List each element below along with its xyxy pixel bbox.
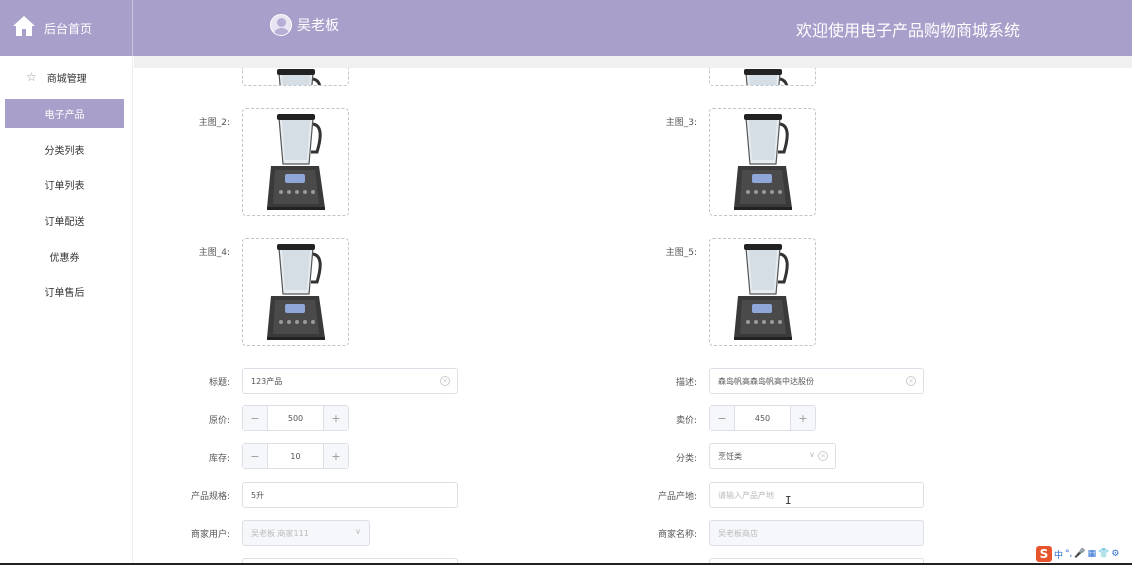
spec-value: 5升	[251, 490, 265, 500]
welcome-title: 欢迎使用电子产品购物商城系统	[796, 21, 1021, 40]
main-image-3-upload[interactable]	[709, 108, 816, 216]
category-label: 分类:	[675, 454, 697, 464]
origin-placeholder: 请输入产品产地	[718, 490, 774, 500]
description-value: 森岛帆高森岛帆高中达股份	[718, 376, 814, 386]
main-content: 主图_2: 主图_3: 主图_4: 主图_5: 标题: 123产品 × 描述: …	[134, 56, 1132, 565]
ime-tray: S 中 °, 🎤 ▦ 👕 ⚙	[1034, 545, 1122, 563]
sidebar-item-categories[interactable]: 分类列表	[5, 135, 124, 164]
blender-image	[732, 242, 793, 342]
sidebar-item-after-sales[interactable]: 订单售后	[5, 277, 124, 306]
title-value: 123产品	[251, 376, 283, 386]
blender-image	[732, 68, 793, 85]
user-name: 吴老板	[297, 18, 339, 34]
stock-label: 库存:	[208, 454, 230, 464]
chevron-down-icon: ∨	[355, 527, 361, 536]
sale-price-stepper[interactable]: − 450 +	[709, 405, 816, 431]
avatar-icon	[270, 14, 292, 36]
stock-value[interactable]: 10	[268, 444, 323, 468]
main-image-4-upload[interactable]	[242, 238, 349, 346]
user-menu[interactable]: 吴老板	[270, 14, 339, 36]
merchant-user-value: 吴老板 商家111	[251, 528, 309, 538]
blender-image	[732, 112, 793, 212]
microphone-icon[interactable]: 🎤	[1074, 549, 1085, 559]
sogou-icon[interactable]: S	[1036, 546, 1052, 562]
ime-punctuation-icon[interactable]: °,	[1065, 549, 1072, 559]
clear-icon[interactable]: ×	[906, 376, 916, 386]
title-label: 标题:	[208, 378, 230, 388]
increment-button[interactable]: +	[323, 406, 348, 430]
image4-label: 主图_4:	[198, 248, 230, 258]
original-price-value[interactable]: 500	[268, 406, 323, 430]
sale-price-value[interactable]: 450	[735, 406, 790, 430]
decrement-button[interactable]: −	[243, 406, 268, 430]
title-input[interactable]: 123产品 ×	[242, 368, 458, 394]
origin-input[interactable]: 请输入产品产地	[709, 482, 924, 508]
sidebar-item-orders[interactable]: 订单列表	[5, 170, 124, 199]
image3-label: 主图_3:	[665, 118, 697, 128]
blender-image	[265, 112, 326, 212]
clear-icon[interactable]: ×	[818, 451, 828, 461]
merchant-user-label: 商家用户:	[190, 530, 230, 540]
header: 后台首页 吴老板 欢迎使用电子产品购物商城系统	[0, 0, 1132, 56]
sidebar: ☆ 商城管理 电子产品 分类列表 订单列表 订单配送 优惠券 订单售后	[0, 56, 133, 565]
sidebar-item-electronics[interactable]: 电子产品	[5, 99, 124, 128]
sidebar-group-mall-management[interactable]: ☆ 商城管理	[0, 66, 133, 88]
category-select[interactable]: 烹饪类 ∨ ×	[709, 443, 836, 469]
text-cursor-icon: I	[785, 494, 792, 507]
merchant-name-value: 吴老板商店	[718, 528, 758, 538]
category-value: 烹饪类	[718, 451, 742, 461]
main-image-5-upload[interactable]	[709, 238, 816, 346]
ime-chinese-mode[interactable]: 中	[1054, 548, 1063, 561]
home-icon	[12, 14, 36, 42]
sidebar-item-delivery[interactable]: 订单配送	[5, 206, 124, 235]
merchant-name-label: 商家名称:	[657, 530, 697, 540]
settings-icon[interactable]: ⚙	[1111, 549, 1119, 559]
merchant-name-input[interactable]: 吴老板商店	[709, 520, 924, 546]
spec-label: 产品规格:	[190, 492, 230, 502]
sale-price-label: 卖价:	[675, 416, 697, 426]
description-input[interactable]: 森岛帆高森岛帆高中达股份 ×	[709, 368, 924, 394]
original-price-label: 原价:	[208, 416, 230, 426]
merchant-user-select[interactable]: 吴老板 商家111 ∨	[242, 520, 370, 546]
star-icon: ☆	[26, 70, 37, 84]
main-image-2-upload[interactable]	[242, 108, 349, 216]
decrement-button[interactable]: −	[710, 406, 735, 430]
keyboard-icon[interactable]: ▦	[1088, 549, 1097, 559]
origin-label: 产品产地:	[657, 492, 697, 502]
blender-image	[265, 68, 326, 85]
original-price-stepper[interactable]: − 500 +	[242, 405, 349, 431]
sidebar-group-label: 商城管理	[46, 73, 87, 85]
increment-button[interactable]: +	[323, 444, 348, 468]
top-strip	[134, 56, 1132, 68]
main-image-upload[interactable]	[709, 68, 816, 86]
decrement-button[interactable]: −	[243, 444, 268, 468]
home-label: 后台首页	[44, 21, 93, 36]
image2-label: 主图_2:	[198, 118, 230, 128]
main-image-1-upload[interactable]	[242, 68, 349, 86]
image5-label: 主图_5:	[665, 248, 697, 258]
spec-input[interactable]: 5升	[242, 482, 458, 508]
stock-stepper[interactable]: − 10 +	[242, 443, 349, 469]
home-link[interactable]: 后台首页	[0, 0, 133, 56]
app: 后台首页 吴老板 欢迎使用电子产品购物商城系统 ☆ 商城管理 电子产品 分类列表…	[0, 0, 1132, 565]
chevron-down-icon: ∨	[809, 450, 815, 459]
clear-icon[interactable]: ×	[440, 376, 450, 386]
skin-icon[interactable]: 👕	[1098, 549, 1109, 559]
description-label: 描述:	[675, 378, 697, 388]
sidebar-item-coupons[interactable]: 优惠券	[5, 242, 124, 271]
increment-button[interactable]: +	[790, 406, 815, 430]
blender-image	[265, 242, 326, 342]
